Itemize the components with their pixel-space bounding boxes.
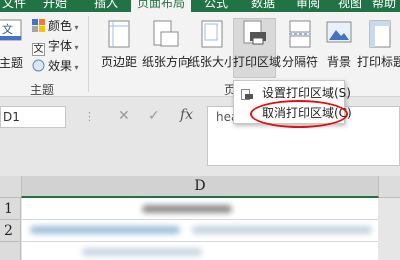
- colors-button[interactable]: 颜色 ▾: [32, 18, 79, 35]
- print-titles-label: 打印标题: [356, 55, 400, 69]
- chevron-down-icon: ▾: [72, 63, 79, 72]
- fonts-button[interactable]: 文字体 ▾: [32, 38, 79, 56]
- cell-d2[interactable]: [22, 220, 378, 242]
- formula-bar-buttons: ✕ ✓ fx: [103, 106, 203, 128]
- cell-d3[interactable]: [22, 242, 378, 260]
- column-header-d[interactable]: D: [21, 176, 379, 198]
- orientation-button[interactable]: 纸张方向: [141, 18, 191, 76]
- row-header-2[interactable]: 2: [0, 220, 21, 242]
- tab-data[interactable]: 数据: [251, 0, 275, 12]
- tab-home[interactable]: 开始: [43, 0, 67, 12]
- svg-text:文: 文: [2, 22, 13, 36]
- orientation-label: 纸张方向: [141, 55, 190, 69]
- breaks-icon: [289, 20, 311, 51]
- size-icon: [201, 20, 223, 51]
- background-button[interactable]: 背景: [324, 18, 354, 76]
- enter-icon[interactable]: ✓: [148, 108, 160, 124]
- cancel-icon[interactable]: ✕: [118, 108, 130, 124]
- themes-icon: 文: [0, 16, 23, 44]
- themes-button[interactable]: 文 主题: [0, 14, 26, 74]
- print-area-button-content[interactable]: 打印区域: [233, 18, 282, 76]
- insert-function-button[interactable]: fx: [180, 107, 193, 123]
- margins-icon: [108, 20, 130, 51]
- formula-bar-grip[interactable]: ⋮: [84, 110, 96, 123]
- blurred-content: [142, 205, 232, 213]
- cell-d1[interactable]: [22, 198, 378, 220]
- set-print-area-icon: [241, 87, 254, 100]
- background-icon: [326, 20, 352, 47]
- set-print-area-label: 设置打印区域(S): [262, 86, 351, 100]
- tab-file[interactable]: 文件: [2, 0, 26, 12]
- row-header-1[interactable]: 1: [0, 198, 21, 220]
- themes-label: 主题: [0, 56, 23, 70]
- tab-formulas[interactable]: 公式: [204, 0, 228, 12]
- size-label: 纸张大小: [188, 55, 237, 69]
- fonts-label: 字体: [48, 39, 73, 53]
- orientation-icon: [153, 20, 179, 51]
- colors-icon: [32, 19, 45, 32]
- tab-review[interactable]: 审阅: [296, 0, 320, 12]
- tab-help[interactable]: 帮助: [372, 0, 396, 12]
- breaks-label: 分隔符: [281, 55, 318, 69]
- effects-label: 效果: [48, 59, 73, 73]
- print-area-icon: [242, 20, 268, 51]
- print-area-label: 打印区域: [233, 55, 282, 69]
- chevron-down-icon: ▾: [72, 23, 79, 32]
- fonts-icon: 文: [32, 43, 45, 56]
- print-titles-button[interactable]: 打印标题: [356, 18, 400, 76]
- annotation-circle: [250, 100, 348, 128]
- blurred-content: [30, 226, 180, 234]
- tab-view[interactable]: 视图: [338, 0, 362, 12]
- blurred-content: [192, 226, 372, 234]
- row-header-3[interactable]: [0, 242, 21, 260]
- breaks-button[interactable]: 分隔符: [280, 18, 320, 76]
- margins-label: 页边距: [101, 55, 138, 69]
- themes-group-label: 主题: [30, 83, 55, 97]
- margins-button[interactable]: 页边距: [101, 18, 137, 76]
- print-titles-icon: [369, 20, 393, 51]
- chevron-down-icon: ▾: [72, 43, 79, 52]
- effects-button[interactable]: 效果 ▾: [32, 58, 79, 75]
- background-label: 背景: [326, 55, 351, 69]
- ribbon-tab-strip: 文件 开始 插入 页面布局 公式 数据 审阅 视图 帮助: [0, 0, 400, 12]
- name-box[interactable]: D1: [0, 106, 66, 128]
- blurred-content: [82, 248, 202, 256]
- sheet-top-spacer: [0, 166, 400, 176]
- group-divider: [88, 16, 89, 92]
- colors-label: 颜色: [48, 19, 73, 33]
- effects-icon: [32, 59, 45, 72]
- tab-page-layout[interactable]: 页面布局: [131, 0, 192, 12]
- size-button[interactable]: 纸张大小: [188, 18, 236, 76]
- tab-insert[interactable]: 插入: [94, 0, 118, 12]
